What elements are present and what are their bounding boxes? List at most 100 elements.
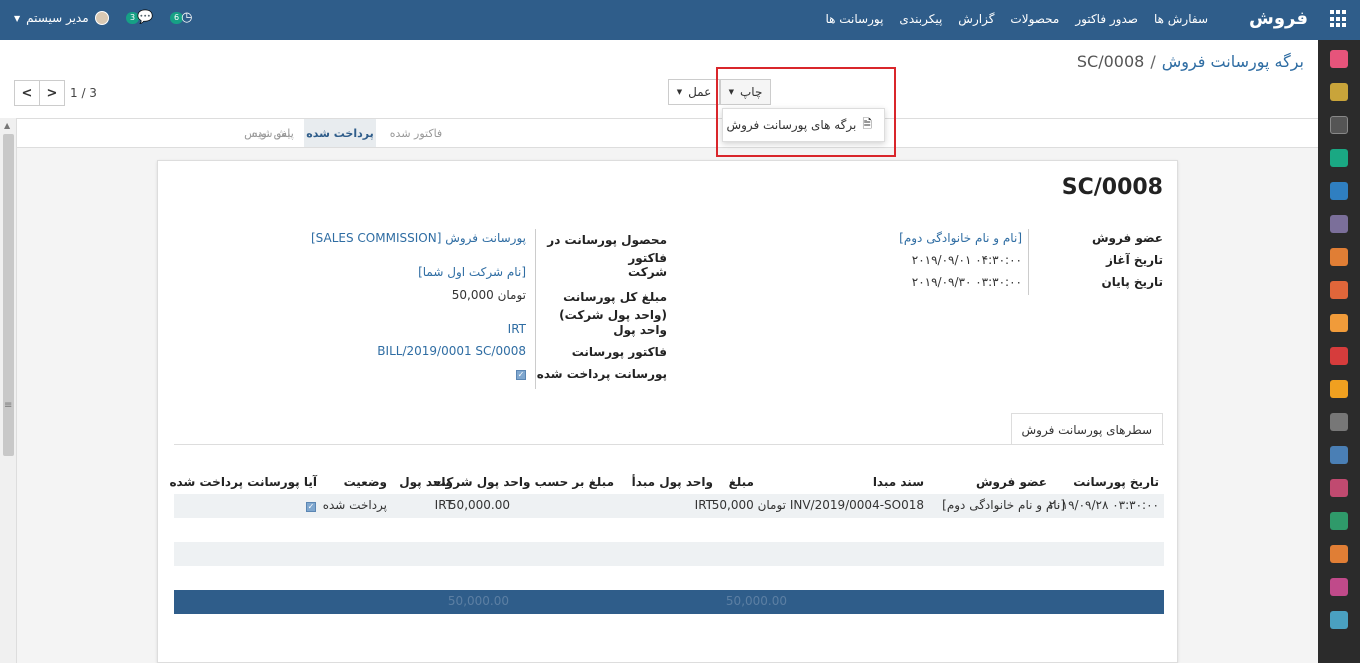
calendar-app-icon[interactable]: [1330, 83, 1348, 101]
footer-amount-total: 50,000.00: [725, 594, 787, 608]
document-app-icon[interactable]: [1330, 545, 1348, 563]
commission-bill-value[interactable]: BILL/2019/0001 SC/0008: [377, 344, 526, 358]
payment-app-icon[interactable]: [1330, 446, 1348, 464]
tab-commission-lines[interactable]: سطرهای پورسانت فروش: [1010, 413, 1163, 445]
user-name: مدیر سیستم: [26, 11, 89, 25]
sales-chart-app-icon[interactable]: [1330, 248, 1348, 266]
app-sidebar: [1318, 40, 1360, 663]
cell-company-amount: 50,000.00: [448, 498, 510, 512]
col-header-amount[interactable]: مبلغ: [729, 475, 754, 489]
table-row-empty: [174, 542, 1164, 566]
notes-app-icon[interactable]: [1330, 116, 1348, 134]
main-menu: سفارش ها صدور فاکتور محصولات گزارش پیکرب…: [825, 12, 1208, 26]
total-commission-value: 50,000 تومان: [451, 288, 526, 302]
highlight-box: [716, 67, 896, 157]
clock-icon: ◷: [181, 10, 193, 25]
scroll-up-icon[interactable]: ▲: [4, 121, 10, 130]
col-header-date[interactable]: تاریخ پورسانت: [1073, 475, 1159, 489]
stage-invoiced[interactable]: فاکتور شده: [376, 119, 456, 147]
tools-app-icon[interactable]: [1330, 512, 1348, 530]
stage-draft[interactable]: پیش نویس: [227, 119, 311, 147]
user-menu[interactable]: مدیر سیستم ▼: [14, 11, 109, 25]
sales-member-label: عضو فروش: [1091, 231, 1163, 245]
cell-currency: IRT: [434, 498, 453, 512]
folder-app-icon[interactable]: [1330, 347, 1348, 365]
action-label: عمل: [688, 85, 712, 99]
caret-down-icon: ▼: [676, 88, 683, 96]
avatar: [94, 11, 109, 25]
gift-app-icon[interactable]: [1330, 479, 1348, 497]
cell-source: INV/2019/0004-SO018: [789, 498, 924, 512]
company-value[interactable]: [نام شرکت اول شما]: [418, 265, 526, 279]
sales-member-value[interactable]: [نام و نام خانوادگی دوم]: [899, 231, 1022, 245]
pager-value[interactable]: 1 / 3: [70, 86, 97, 100]
support-app-icon[interactable]: [1330, 380, 1348, 398]
action-button[interactable]: ▼ عمل: [668, 79, 720, 105]
cell-is-paid-checkbox[interactable]: ✓: [306, 502, 316, 512]
end-date-value: ۲۰۱۹/۰۹/۳۰ ۰۳:۳۰:۰۰: [911, 275, 1022, 289]
website-app-icon[interactable]: [1330, 281, 1348, 299]
stage-paid[interactable]: پرداخت شده: [304, 119, 376, 147]
cell-date: ۲۰۱۹/۰۹/۲۸ ۰۳:۳۰:۰۰: [1048, 498, 1159, 512]
chevron-left-icon: <: [21, 85, 33, 101]
currency-value[interactable]: IRT: [508, 322, 526, 336]
menu-item-configuration[interactable]: پیکربندی: [899, 12, 942, 26]
apps-puzzle-icon[interactable]: [1330, 611, 1348, 629]
start-date-label: تاریخ آغاز: [1106, 253, 1163, 267]
store-app-icon[interactable]: [1330, 413, 1348, 431]
employees-app-icon[interactable]: [1330, 578, 1348, 596]
col-header-state[interactable]: وضعیت: [344, 475, 387, 489]
cell-member: [نام و نام خانوادگی دوم]: [942, 498, 1065, 512]
resize-grip-icon[interactable]: ≡: [4, 400, 12, 411]
settings-app-icon[interactable]: [1330, 182, 1348, 200]
col-header-is-paid[interactable]: آیا پورسانت پرداخت شده: [169, 475, 317, 489]
table-footer: [174, 590, 1164, 614]
breadcrumb-parent[interactable]: برگه پورسانت فروش: [1162, 52, 1304, 71]
cell-amount: 50,000 تومان: [711, 498, 786, 512]
col-header-currency[interactable]: واحد پول: [399, 475, 453, 489]
handshake-app-icon[interactable]: [1330, 215, 1348, 233]
discuss-app-icon[interactable]: [1330, 50, 1348, 68]
pager-previous-button[interactable]: <: [14, 80, 40, 106]
breadcrumb: برگه پورسانت فروش / SC/0008: [1077, 52, 1304, 71]
vertical-scrollbar[interactable]: ▲ ≡: [0, 118, 17, 663]
crm-app-icon[interactable]: [1330, 149, 1348, 167]
commission-paid-label: پورسانت پرداخت شده: [536, 367, 667, 381]
chat-button[interactable]: 3 💬: [126, 10, 153, 25]
commission-paid-checkbox[interactable]: ✓: [516, 370, 526, 380]
pager-next-button[interactable]: >: [39, 80, 65, 106]
end-date-label: تاریخ پایان: [1101, 275, 1163, 289]
menu-item-orders[interactable]: سفارش ها: [1154, 12, 1208, 26]
form-sheet: SC/0008 عضو فروش تاریخ آغاز تاریخ پایان …: [157, 160, 1178, 663]
chat-bubbles-icon: 💬: [137, 10, 154, 25]
col-header-source[interactable]: سند مبدا: [873, 475, 924, 489]
status-bar: لغو شده پرداخت شده فاکتور شده پیش نویس: [17, 118, 1318, 148]
menu-item-commissions[interactable]: پورسانت ها: [825, 12, 883, 26]
cell-state: پرداخت شده: [322, 498, 387, 512]
footer-company-total: 50,000.00: [447, 594, 509, 608]
cell-source-currency: IRT: [694, 498, 713, 512]
col-header-company-amount[interactable]: مبلغ بر حسب واحد پول شرکت: [434, 475, 614, 489]
menu-item-reporting[interactable]: گزارش: [958, 12, 994, 26]
col-header-member[interactable]: عضو فروش: [976, 475, 1047, 489]
commission-product-value[interactable]: [SALES COMMISSION] پورسانت فروش: [311, 231, 526, 245]
record-title: SC/0008: [1061, 175, 1163, 200]
menu-item-invoicing[interactable]: صدور فاکتور: [1075, 12, 1138, 26]
invoicing-app-icon[interactable]: [1330, 314, 1348, 332]
col-header-source-currency[interactable]: واحد پول مبدأ: [632, 475, 713, 489]
apps-menu-icon[interactable]: [1330, 10, 1348, 28]
activity-button[interactable]: 6 ◷: [170, 10, 192, 25]
currency-label: واحد پول: [613, 323, 667, 337]
commission-product-label: محصول پورسانت در فاکتور: [547, 233, 667, 265]
chevron-down-icon: ▼: [14, 13, 21, 23]
company-label: شرکت: [628, 265, 667, 279]
total-commission-label: مبلغ کل پورسانت (واحد پول شرکت): [559, 290, 667, 322]
menu-item-products[interactable]: محصولات: [1010, 12, 1059, 26]
breadcrumb-current: SC/0008: [1076, 52, 1145, 71]
chevron-right-icon: >: [46, 85, 58, 101]
start-date-value: ۲۰۱۹/۰۹/۰۱ ۰۴:۳۰:۰۰: [911, 253, 1022, 267]
breadcrumb-separator: /: [1150, 52, 1156, 71]
top-navbar: فروش سفارش ها صدور فاکتور محصولات گزارش …: [0, 0, 1360, 40]
commission-bill-label: فاکتور پورسانت: [571, 345, 667, 359]
app-brand: فروش: [1248, 8, 1308, 29]
